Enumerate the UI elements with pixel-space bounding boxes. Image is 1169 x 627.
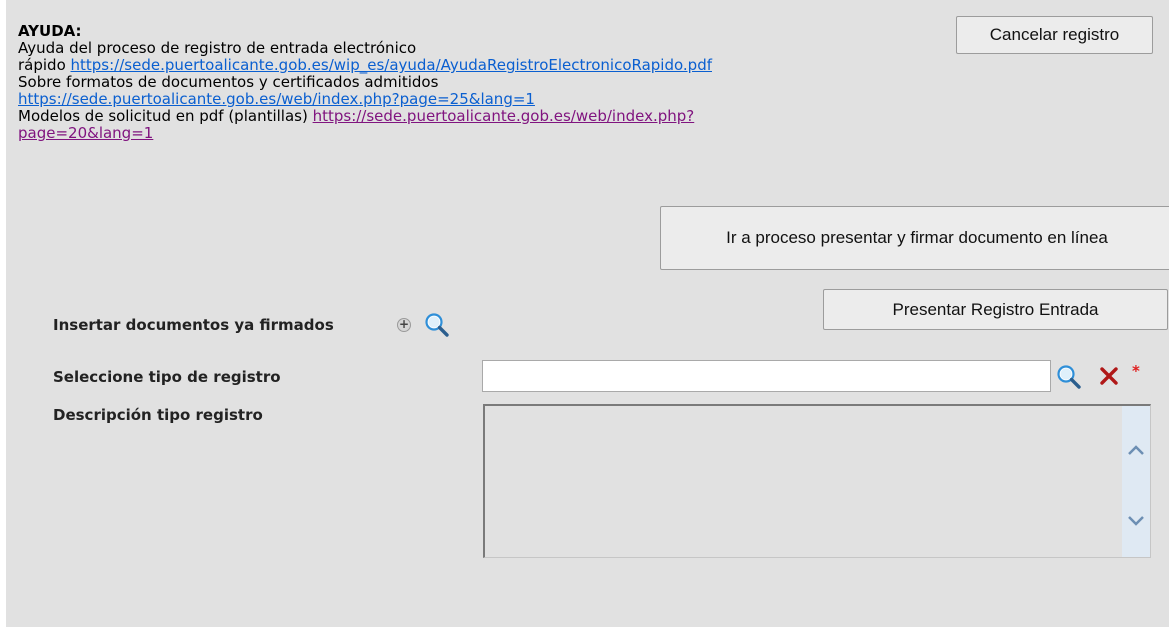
- register-description-label: Descripción tipo registro: [53, 406, 263, 424]
- magnifier-icon[interactable]: [1056, 364, 1082, 394]
- cancel-registration-button[interactable]: Cancelar registro: [956, 16, 1153, 54]
- help-title: AYUDA:: [18, 22, 82, 40]
- submit-registration-button[interactable]: Presentar Registro Entrada: [823, 289, 1168, 330]
- help-formats-link[interactable]: https://sede.puertoalicante.gob.es/web/i…: [18, 90, 535, 108]
- chevron-down-icon[interactable]: [1122, 511, 1150, 531]
- sign-document-online-button[interactable]: Ir a proceso presentar y firmar document…: [660, 206, 1169, 270]
- help-line-formats: Sobre formatos de documentos y certifica…: [18, 73, 439, 91]
- help-line-guide: rápido https://sede.puertoalicante.gob.e…: [18, 57, 978, 74]
- description-scrollbar[interactable]: [1122, 406, 1150, 557]
- insert-documents-label: Insertar documentos ya firmados: [53, 316, 334, 334]
- registration-panel: AYUDA: Ayuda del proceso de registro de …: [6, 0, 1169, 627]
- required-asterisk: *: [1132, 362, 1140, 380]
- help-templates-link[interactable]: https://sede.puertoalicante.gob.es/web/i…: [313, 107, 695, 125]
- help-line-templates-cont: page=20&lang=1: [18, 125, 978, 142]
- help-section: AYUDA: Ayuda del proceso de registro de …: [18, 23, 978, 142]
- help-line-formats-link-row: https://sede.puertoalicante.gob.es/web/i…: [18, 91, 978, 108]
- register-type-label: Seleccione tipo de registro: [53, 368, 281, 386]
- help-guide-prefix: rápido: [18, 56, 71, 74]
- help-templates-prefix: Modelos de solicitud en pdf (plantillas): [18, 107, 313, 125]
- plus-circle-icon[interactable]: +: [397, 318, 411, 332]
- help-line-templates: Modelos de solicitud en pdf (plantillas)…: [18, 108, 978, 125]
- register-type-input[interactable]: [482, 360, 1051, 392]
- help-guide-link[interactable]: https://sede.puertoalicante.gob.es/wip_e…: [71, 56, 712, 74]
- chevron-up-icon[interactable]: [1122, 440, 1150, 460]
- clear-icon[interactable]: [1099, 366, 1119, 390]
- magnifier-icon[interactable]: [424, 312, 450, 342]
- help-templates-link-cont[interactable]: page=20&lang=1: [18, 124, 153, 142]
- help-line-process: Ayuda del proceso de registro de entrada…: [18, 39, 417, 57]
- register-description-textarea[interactable]: [483, 404, 1151, 558]
